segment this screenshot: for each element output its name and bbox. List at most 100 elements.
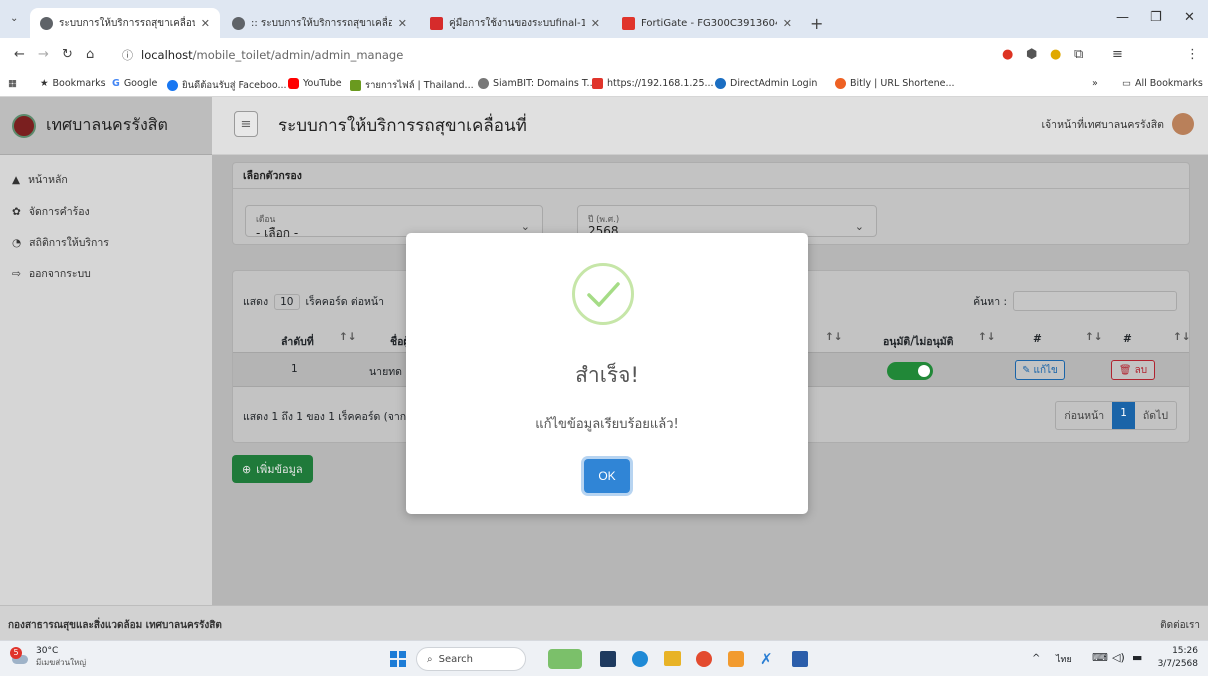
bitly-icon	[835, 78, 846, 89]
weather-widget[interactable]: 5 30°C มีเมฆส่วนใหญ่	[10, 646, 86, 668]
bookmark-item[interactable]: SiamBIT: Domains T...	[478, 78, 596, 89]
brand[interactable]: เทศบาลนครรังสิต	[0, 97, 212, 155]
col-header-no[interactable]: ลำดับที่	[281, 333, 314, 350]
bookmark-label: SiamBIT: Domains T...	[493, 78, 596, 89]
clock[interactable]: 15:26 3/7/2568	[1156, 645, 1198, 671]
tab-4[interactable]: FortiGate - FG300C3913604473 ✕	[612, 8, 802, 38]
extension-icon[interactable]: ⬢	[1026, 47, 1037, 62]
avatar	[1172, 113, 1194, 135]
sidebar-toggle-button[interactable]: ≡	[234, 111, 258, 137]
col-header-edit[interactable]: #	[1033, 333, 1042, 345]
bookmark-item[interactable]: ยินดีต้อนรับสู่ Faceboo...	[167, 78, 287, 93]
minimize-icon[interactable]: —	[1116, 10, 1129, 25]
tab-list-chevron-icon[interactable]: ⌄	[10, 13, 18, 24]
page-size-select[interactable]: 10	[274, 293, 300, 310]
edit-button[interactable]: ✎ แก้ไข	[1015, 360, 1065, 380]
bookmark-item[interactable]: YouTube	[288, 78, 342, 89]
chrome-icon[interactable]	[696, 651, 712, 667]
close-icon[interactable]: ✕	[591, 17, 600, 30]
start-button[interactable]	[390, 651, 406, 667]
bookmark-item[interactable]: https://192.168.1.25...	[592, 78, 714, 89]
hamburger-icon: ≡	[240, 116, 252, 132]
edge-icon[interactable]	[632, 651, 648, 667]
weather-desc: มีเมฆส่วนใหญ่	[36, 658, 87, 667]
tab-3[interactable]: คู่มือการใช้งานของระบบfinal-1.pdf ✕	[420, 8, 610, 38]
forward-icon[interactable]: →	[38, 47, 49, 62]
success-check-icon	[572, 263, 634, 325]
search-input[interactable]	[1013, 291, 1177, 311]
file-explorer-icon[interactable]	[664, 651, 681, 666]
sidebar-item-statistics[interactable]: ◔ สถิติการให้บริการ	[12, 234, 109, 251]
more-menu-icon[interactable]: ⋮	[1186, 47, 1199, 62]
gear-icon: ✿	[12, 205, 21, 218]
bookmark-label: YouTube	[303, 78, 342, 89]
page-1-button[interactable]: 1	[1112, 402, 1135, 429]
sidebar-item-manage-requests[interactable]: ✿ จัดการคำร้อง	[12, 203, 90, 220]
col-header-delete[interactable]: #	[1123, 333, 1132, 345]
url-input[interactable]: ⓘ localhost /mobile_toilet/admin/admin_m…	[122, 43, 992, 67]
network-icon[interactable]: ⌨	[1092, 651, 1108, 664]
window-close-icon[interactable]: ✕	[1184, 10, 1195, 25]
ok-button[interactable]: OK	[584, 459, 630, 493]
site-info-icon[interactable]: ⓘ	[122, 47, 133, 63]
plus-circle-icon: ⊕	[242, 462, 252, 476]
widget-app-icon[interactable]	[548, 649, 582, 669]
word-icon[interactable]	[792, 651, 808, 667]
bookmark-item[interactable]: รายการไฟล์ | Thailand...	[350, 78, 474, 93]
app-icon[interactable]	[600, 651, 616, 667]
input-language[interactable]: ไทย	[1056, 652, 1072, 666]
sort-icon: ↑↓	[1085, 331, 1103, 343]
clock-time: 15:26	[1172, 646, 1198, 656]
restore-icon[interactable]: ❐	[1150, 10, 1162, 25]
new-tab-button[interactable]: +	[810, 14, 823, 33]
home-icon[interactable]: ⌂	[86, 47, 94, 62]
bookmark-item[interactable]: G Google	[112, 78, 157, 89]
reading-list-icon[interactable]: ≡	[1112, 47, 1123, 62]
sidebar-item-home[interactable]: ▲ หน้าหลัก	[12, 171, 68, 188]
extensions-puzzle-icon[interactable]: ⧉	[1074, 47, 1083, 62]
cell-no: 1	[291, 363, 298, 375]
directadmin-icon	[715, 78, 726, 89]
weather-icon: 5	[10, 647, 30, 667]
close-icon[interactable]: ✕	[398, 17, 407, 30]
col-header-approve[interactable]: อนุมัติ/ไม่อนุมัติ	[883, 333, 954, 350]
close-icon[interactable]: ✕	[783, 17, 792, 30]
sidebar-item-logout[interactable]: ⇨ ออกจากระบบ	[12, 265, 91, 282]
toggle-knob	[918, 365, 930, 377]
next-page-button[interactable]: ถัดไป	[1135, 402, 1176, 429]
apps-grid-icon[interactable]: ▦	[8, 78, 17, 89]
bookmark-item[interactable]: ★ Bookmarks	[40, 78, 106, 89]
tray-overflow-icon[interactable]: ^	[1032, 653, 1040, 664]
chart-icon: ◔	[12, 236, 22, 249]
vscode-icon[interactable]: ✗	[760, 650, 773, 668]
bookmarks-overflow-button[interactable]: »	[1092, 78, 1098, 89]
bookmark-item[interactable]: Bitly | URL Shortene...	[835, 78, 955, 89]
globe-icon	[232, 16, 245, 30]
back-icon[interactable]: ←	[14, 47, 25, 62]
facebook-icon	[167, 80, 178, 91]
close-icon[interactable]: ✕	[201, 17, 210, 30]
volume-icon[interactable]: ◁)	[1112, 651, 1125, 664]
all-bookmarks-button[interactable]: ▭ All Bookmarks	[1122, 78, 1203, 89]
tab-1[interactable]: ระบบการให้บริการรถสุขาเคลื่อนที่ กอ ✕	[30, 8, 220, 38]
delete-button[interactable]: 🗑 ลบ	[1111, 360, 1155, 380]
search-control: ค้นหา :	[973, 291, 1177, 311]
bookmark-item[interactable]: DirectAdmin Login	[715, 78, 817, 89]
tab-title: ระบบการให้บริการรถสุขาเคลื่อนที่ กอ	[59, 17, 195, 29]
reload-icon[interactable]: ↻	[62, 47, 73, 62]
add-data-button[interactable]: ⊕ เพิ่มข้อมูล	[232, 455, 313, 483]
approve-toggle[interactable]	[887, 362, 933, 380]
user-menu[interactable]: เจ้าหน้าที่เทศบาลนครรังสิต	[1041, 113, 1194, 135]
contact-link[interactable]: ติดต่อเรา	[1160, 618, 1200, 633]
battery-icon[interactable]: ▬	[1132, 651, 1142, 664]
pagination: ก่อนหน้า 1 ถัดไป	[1055, 401, 1177, 430]
tab-2[interactable]: :: ระบบการให้บริการรถสุขาเคลื่อนที่ :: ✕	[222, 8, 417, 38]
sort-icon: ↑↓	[825, 331, 843, 343]
bulb-extension-icon[interactable]: ●	[1050, 47, 1061, 62]
search-icon: ⌕	[427, 653, 433, 665]
taskbar-search[interactable]: ⌕ Search	[416, 647, 526, 671]
app-icon[interactable]	[728, 651, 744, 667]
sidebar: เทศบาลนครรังสิต ▲ หน้าหลัก ✿ จัดการคำร้อง …	[0, 97, 212, 605]
record-extension-icon[interactable]: ●	[1002, 47, 1013, 62]
prev-page-button[interactable]: ก่อนหน้า	[1056, 402, 1112, 429]
